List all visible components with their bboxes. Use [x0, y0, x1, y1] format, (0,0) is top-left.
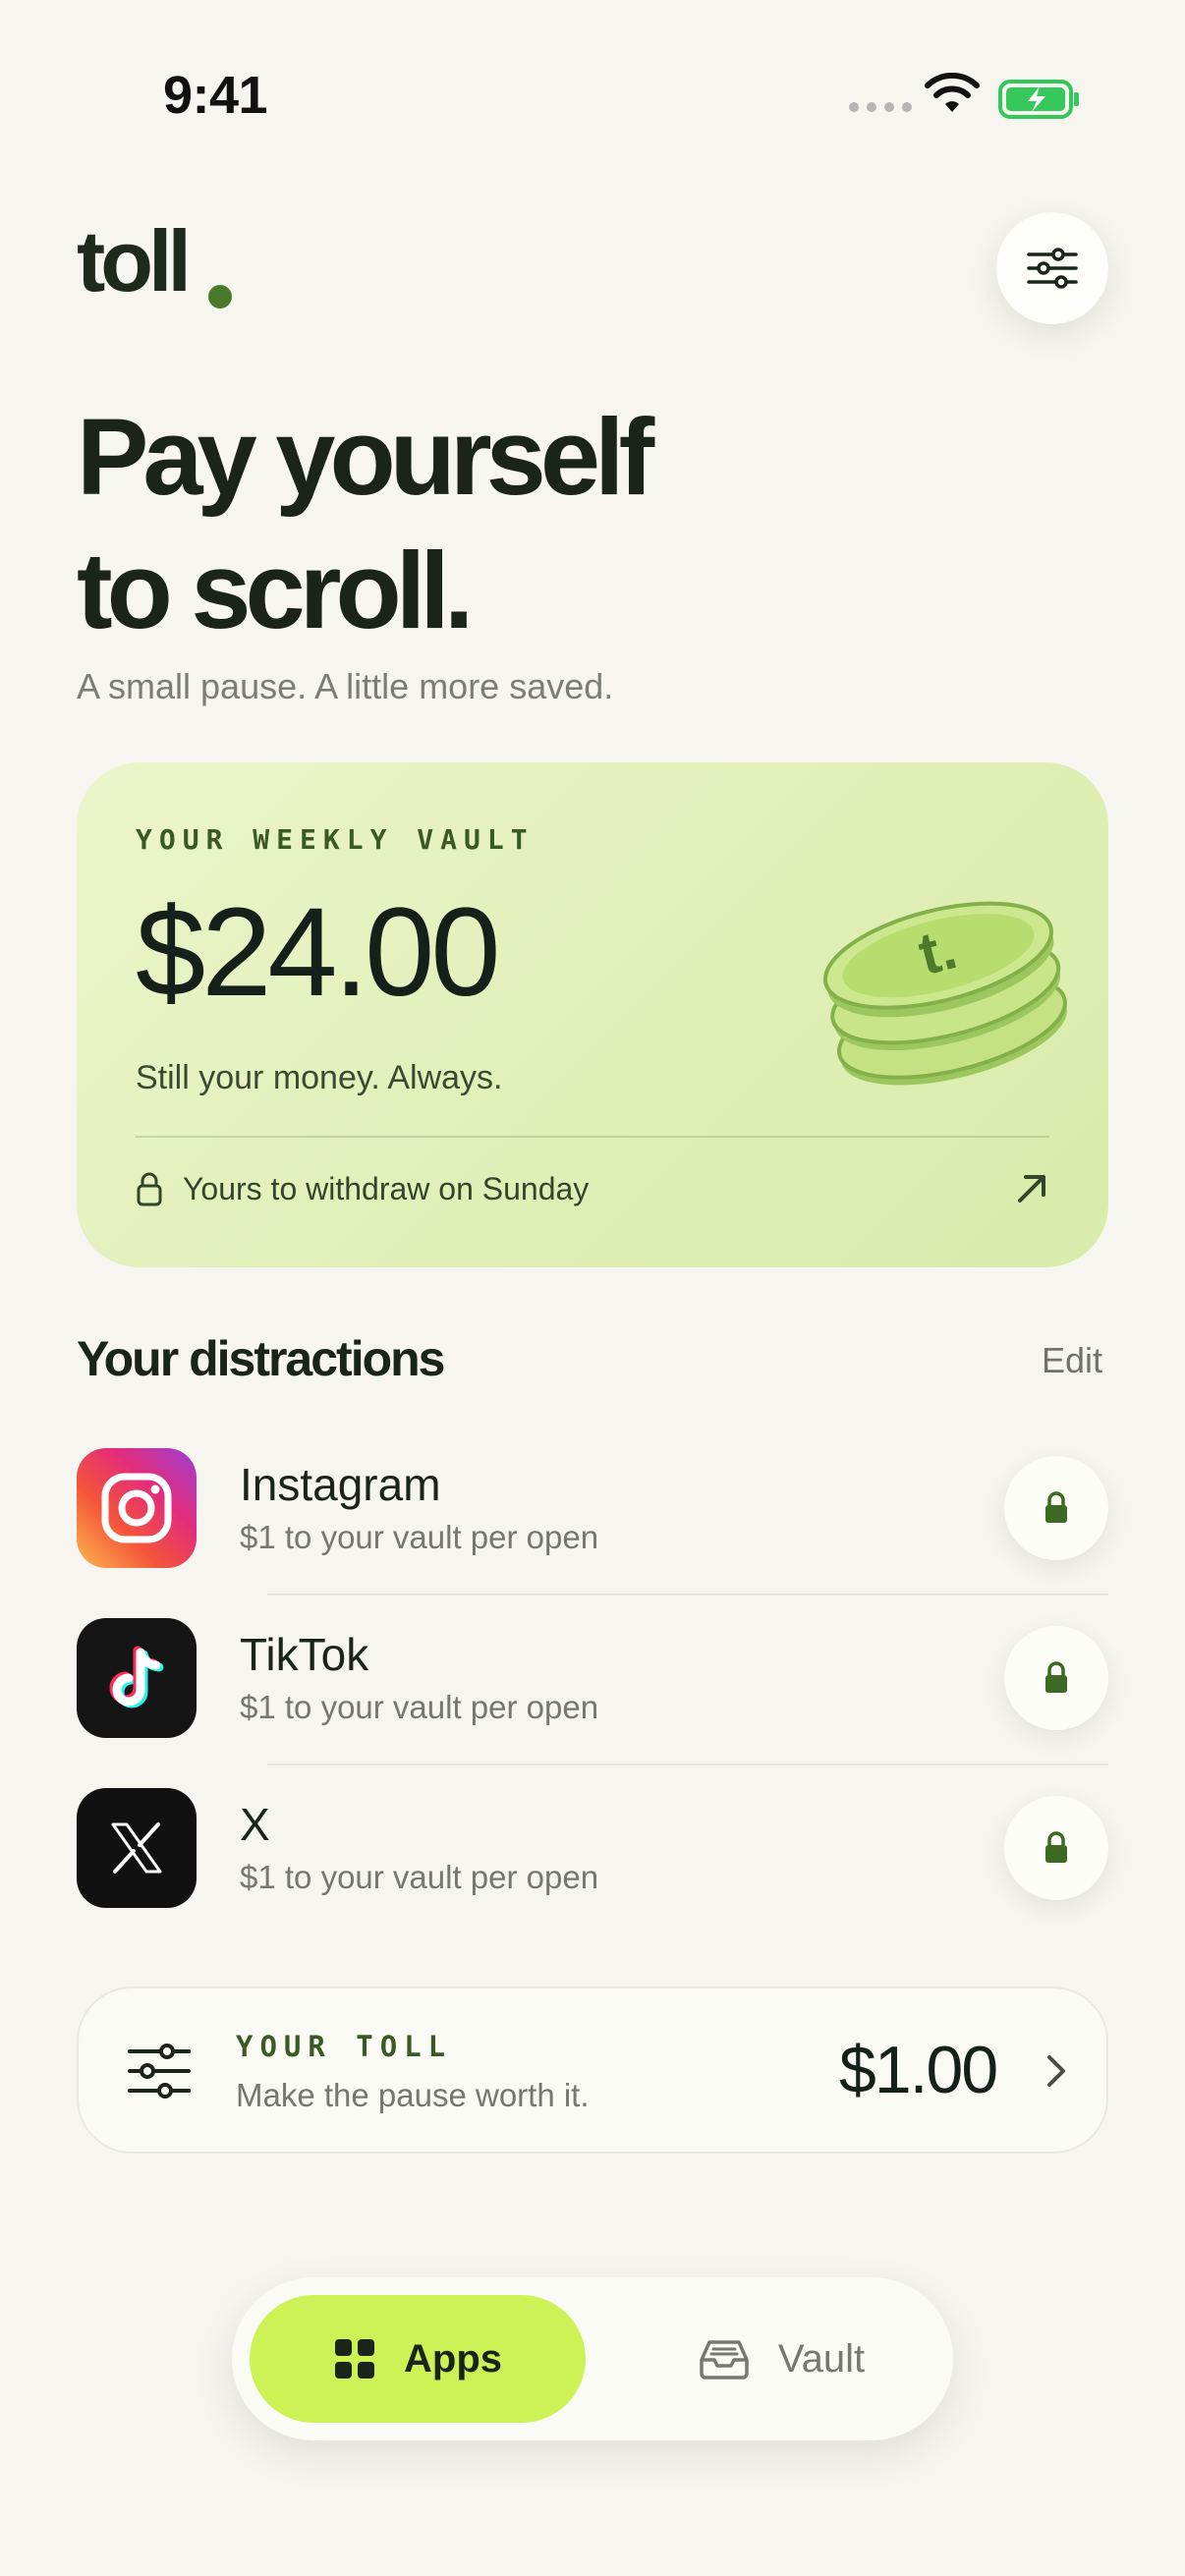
padlock-icon — [137, 1172, 162, 1206]
list-item-x[interactable]: X $1 to your vault per open — [77, 1788, 1108, 1910]
app-logo: toll — [77, 212, 192, 309]
vault-amount: $24.00 — [136, 882, 500, 1023]
tiktok-icon — [77, 1618, 197, 1738]
arrow-up-right-icon[interactable] — [1012, 1169, 1051, 1208]
distractions-title: Your distractions — [77, 1331, 445, 1386]
battery-icon — [998, 80, 1079, 119]
headline-line-2: to scroll. — [77, 531, 474, 651]
sliders-icon — [1027, 248, 1078, 289]
lock-button[interactable] — [1004, 1626, 1108, 1730]
toll-subtitle: Make the pause worth it. — [236, 2077, 590, 2113]
cellular-signal-icon — [849, 102, 912, 112]
x-icon — [77, 1788, 197, 1908]
tray-icon — [700, 2340, 749, 2380]
settings-button[interactable] — [996, 212, 1108, 324]
padlock-icon — [1045, 1491, 1067, 1523]
row-divider — [267, 1764, 1108, 1765]
withdraw-info: Yours to withdraw on Sunday — [183, 1171, 590, 1206]
app-name: X — [240, 1799, 270, 1850]
toll-label: YOUR TOLL — [236, 2030, 453, 2063]
row-divider — [267, 1594, 1108, 1596]
tab-vault[interactable]: Vault — [629, 2295, 933, 2423]
vault-tagline: Still your money. Always. — [136, 1059, 503, 1096]
app-toll-info: $1 to your vault per open — [240, 1689, 599, 1725]
vault-divider — [136, 1136, 1049, 1138]
app-name: TikTok — [240, 1629, 369, 1680]
page-title: Pay yourself to scroll. — [77, 391, 961, 658]
tab-label: Apps — [404, 2336, 502, 2380]
status-time: 9:41 — [163, 66, 268, 125]
padlock-icon — [1045, 1831, 1067, 1863]
padlock-icon — [1045, 1661, 1067, 1693]
app-toll-info: $1 to your vault per open — [240, 1859, 599, 1895]
chevron-right-icon[interactable] — [1044, 2053, 1069, 2089]
toll-amount: $1.00 — [839, 2033, 998, 2107]
tab-apps[interactable]: Apps — [250, 2295, 586, 2423]
edit-button[interactable]: Edit — [1042, 1340, 1102, 1381]
lock-button[interactable] — [1004, 1796, 1108, 1900]
lock-button[interactable] — [1004, 1456, 1108, 1560]
vault-label: YOUR WEEKLY VAULT — [136, 823, 535, 856]
wifi-icon — [925, 73, 980, 112]
sliders-icon — [128, 2044, 191, 2099]
logo-dot — [208, 285, 232, 308]
headline-line-1: Pay yourself — [77, 397, 654, 518]
instagram-icon — [77, 1448, 197, 1568]
list-item-instagram[interactable]: Instagram $1 to your vault per open — [77, 1448, 1108, 1570]
app-name: Instagram — [240, 1459, 441, 1510]
hero-subtitle: A small pause. A little more saved. — [77, 666, 614, 706]
tab-label: Vault — [777, 2336, 866, 2380]
app-toll-info: $1 to your vault per open — [240, 1519, 599, 1555]
coin-stack-icon: t. — [822, 901, 1067, 1086]
list-item-tiktok[interactable]: TikTok $1 to your vault per open — [77, 1618, 1108, 1740]
grid-icon — [335, 2339, 374, 2379]
